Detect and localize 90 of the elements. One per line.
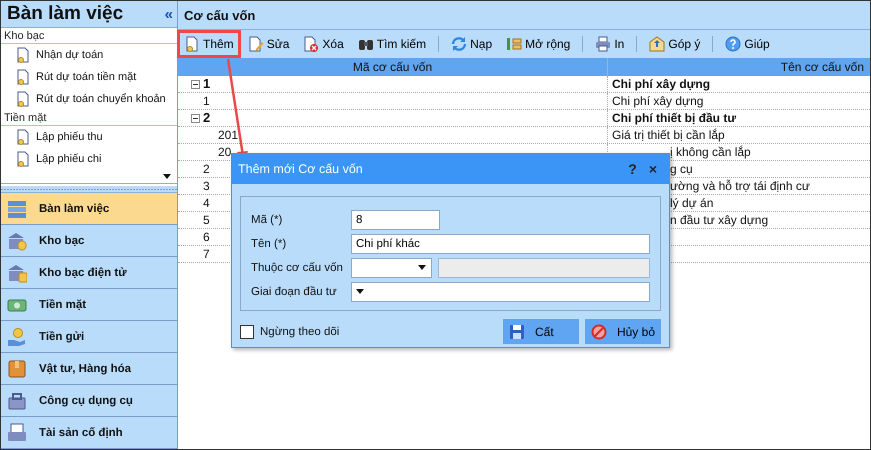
cancel-icon (591, 324, 607, 340)
table-cell: Giá trị thiết bị cần lắp (612, 127, 725, 143)
delete-document-icon (303, 36, 320, 52)
toolbar-button[interactable]: In (589, 31, 630, 57)
splitter-handle[interactable] (1, 186, 177, 193)
table-cell: 20 (218, 144, 232, 160)
close-button[interactable]: × (642, 161, 663, 177)
collapse-toggle-icon[interactable] (191, 80, 200, 88)
column-header[interactable]: Mã cơ cấu vốn (178, 58, 608, 76)
table-cell: ường và hỗ trợ tái định cư (670, 178, 810, 194)
table-cell: 2 (203, 110, 210, 126)
box-icon (7, 358, 27, 378)
input-field[interactable]: 8 (351, 210, 440, 230)
document-icon (15, 47, 31, 63)
coin-hand-icon (7, 326, 27, 346)
printer-icon (595, 36, 612, 52)
dialog-title: Thêm mới Cơ cấu vốn (238, 162, 364, 176)
toolbar-button[interactable]: Mở rộng (500, 31, 576, 57)
group-label: Tiền mặt (1, 110, 177, 126)
tree-structure-icon (506, 36, 522, 52)
table-cell: Chi phí xây dựng (612, 93, 704, 109)
table-cell: g cụ (670, 161, 693, 177)
field-label: Giai đoạn đầu tư (251, 286, 338, 298)
table-cell: 1 (203, 93, 210, 109)
bank-icon (7, 262, 27, 282)
tree-item[interactable]: Rút dự toán chuyển khoản (1, 88, 177, 110)
toolbar-button[interactable]: Nạp (445, 31, 498, 57)
tree-item[interactable]: Lập phiếu chi (1, 148, 177, 170)
group-label: Kho bạc (1, 28, 177, 44)
field-label: Thuộc cơ cấu vốn (251, 262, 344, 274)
edit-document-icon (248, 36, 264, 52)
table-cell: 6 (203, 229, 210, 245)
column-header[interactable]: Tên cơ cấu vốn (608, 58, 870, 76)
document-icon (15, 129, 31, 145)
dropdown-field[interactable] (351, 258, 432, 278)
table-cell: 3 (203, 178, 210, 194)
toolbar-button[interactable]: Góp ý (643, 31, 706, 57)
toolbar-button[interactable]: Thêm (178, 31, 240, 57)
nav-item[interactable]: Bàn làm việc (1, 193, 177, 225)
table-cell: ị không cần lắp (670, 144, 751, 160)
page-title: Cơ cấu vốn (178, 1, 870, 30)
nav-item[interactable]: Vật tư, Hàng hóa (1, 353, 177, 385)
collapse-toggle-icon[interactable] (191, 114, 200, 122)
refresh-icon (451, 36, 468, 52)
document-icon (15, 69, 31, 85)
panel-title: Bàn làm việc (7, 3, 124, 25)
toolbar-button[interactable]: Giúp (719, 31, 776, 57)
table-cell: 2 (203, 161, 210, 177)
bank-icon (7, 230, 27, 250)
dialog-button[interactable]: Hủy bỏ (585, 319, 661, 344)
help-icon (725, 36, 742, 52)
list-icon (7, 198, 27, 218)
toolbar-button[interactable]: Sửa (242, 31, 296, 57)
document-icon (15, 91, 31, 107)
document-icon (15, 151, 31, 167)
toolbar-button[interactable]: Tìm kiếm (352, 31, 432, 57)
printer-icon (7, 422, 27, 442)
field-label: Tên (*) (251, 238, 288, 250)
scroll-down-icon[interactable] (163, 174, 171, 179)
tree-item[interactable]: Nhận dự toán (1, 44, 177, 66)
nav-item[interactable]: Công cụ dụng cụ (1, 385, 177, 417)
nav-item[interactable]: Tiền mặt (1, 289, 177, 321)
table-cell: Chi phí thiết bị đầu tư (612, 110, 736, 126)
table-cell: 1 (203, 76, 210, 92)
collapse-button[interactable]: « (164, 6, 173, 22)
dropdown-caret-icon (418, 265, 426, 270)
nav-item[interactable]: Kho bạc điện tử (1, 257, 177, 289)
tree-item[interactable]: Lập phiếu thu (1, 126, 177, 148)
nav-item[interactable]: Tài sản cố định (1, 417, 177, 449)
tree-item[interactable]: Rút dự toán tiền mặt (1, 66, 177, 88)
nav-item[interactable]: Tiền gửi (1, 321, 177, 353)
toolbar-button[interactable]: Xóa (297, 31, 350, 57)
toolbox-icon (7, 390, 27, 410)
table-cell: lý dự án (670, 195, 714, 211)
nav-item[interactable]: Kho bạc (1, 225, 177, 257)
table-cell: Chi phí xây dựng (612, 76, 710, 92)
input-field[interactable]: Chi phí khác (351, 234, 650, 254)
checkbox[interactable]: Ngừng theo dõi (240, 324, 340, 338)
new-document-icon (184, 36, 200, 52)
dialog-button[interactable]: Cất (503, 319, 579, 344)
table-cell: 201 (218, 127, 238, 143)
dropdown-caret-icon (356, 289, 364, 294)
field-label: Mã (*) (251, 214, 284, 226)
table-cell: 7 (203, 246, 210, 262)
envelope-upload-icon (649, 36, 666, 52)
table-cell: 4 (203, 195, 210, 211)
help-button[interactable]: ? (622, 161, 643, 177)
table-cell: 5 (203, 212, 210, 228)
dropdown-field[interactable] (351, 282, 650, 302)
table-cell: n đầu tư xây dựng (670, 212, 768, 228)
